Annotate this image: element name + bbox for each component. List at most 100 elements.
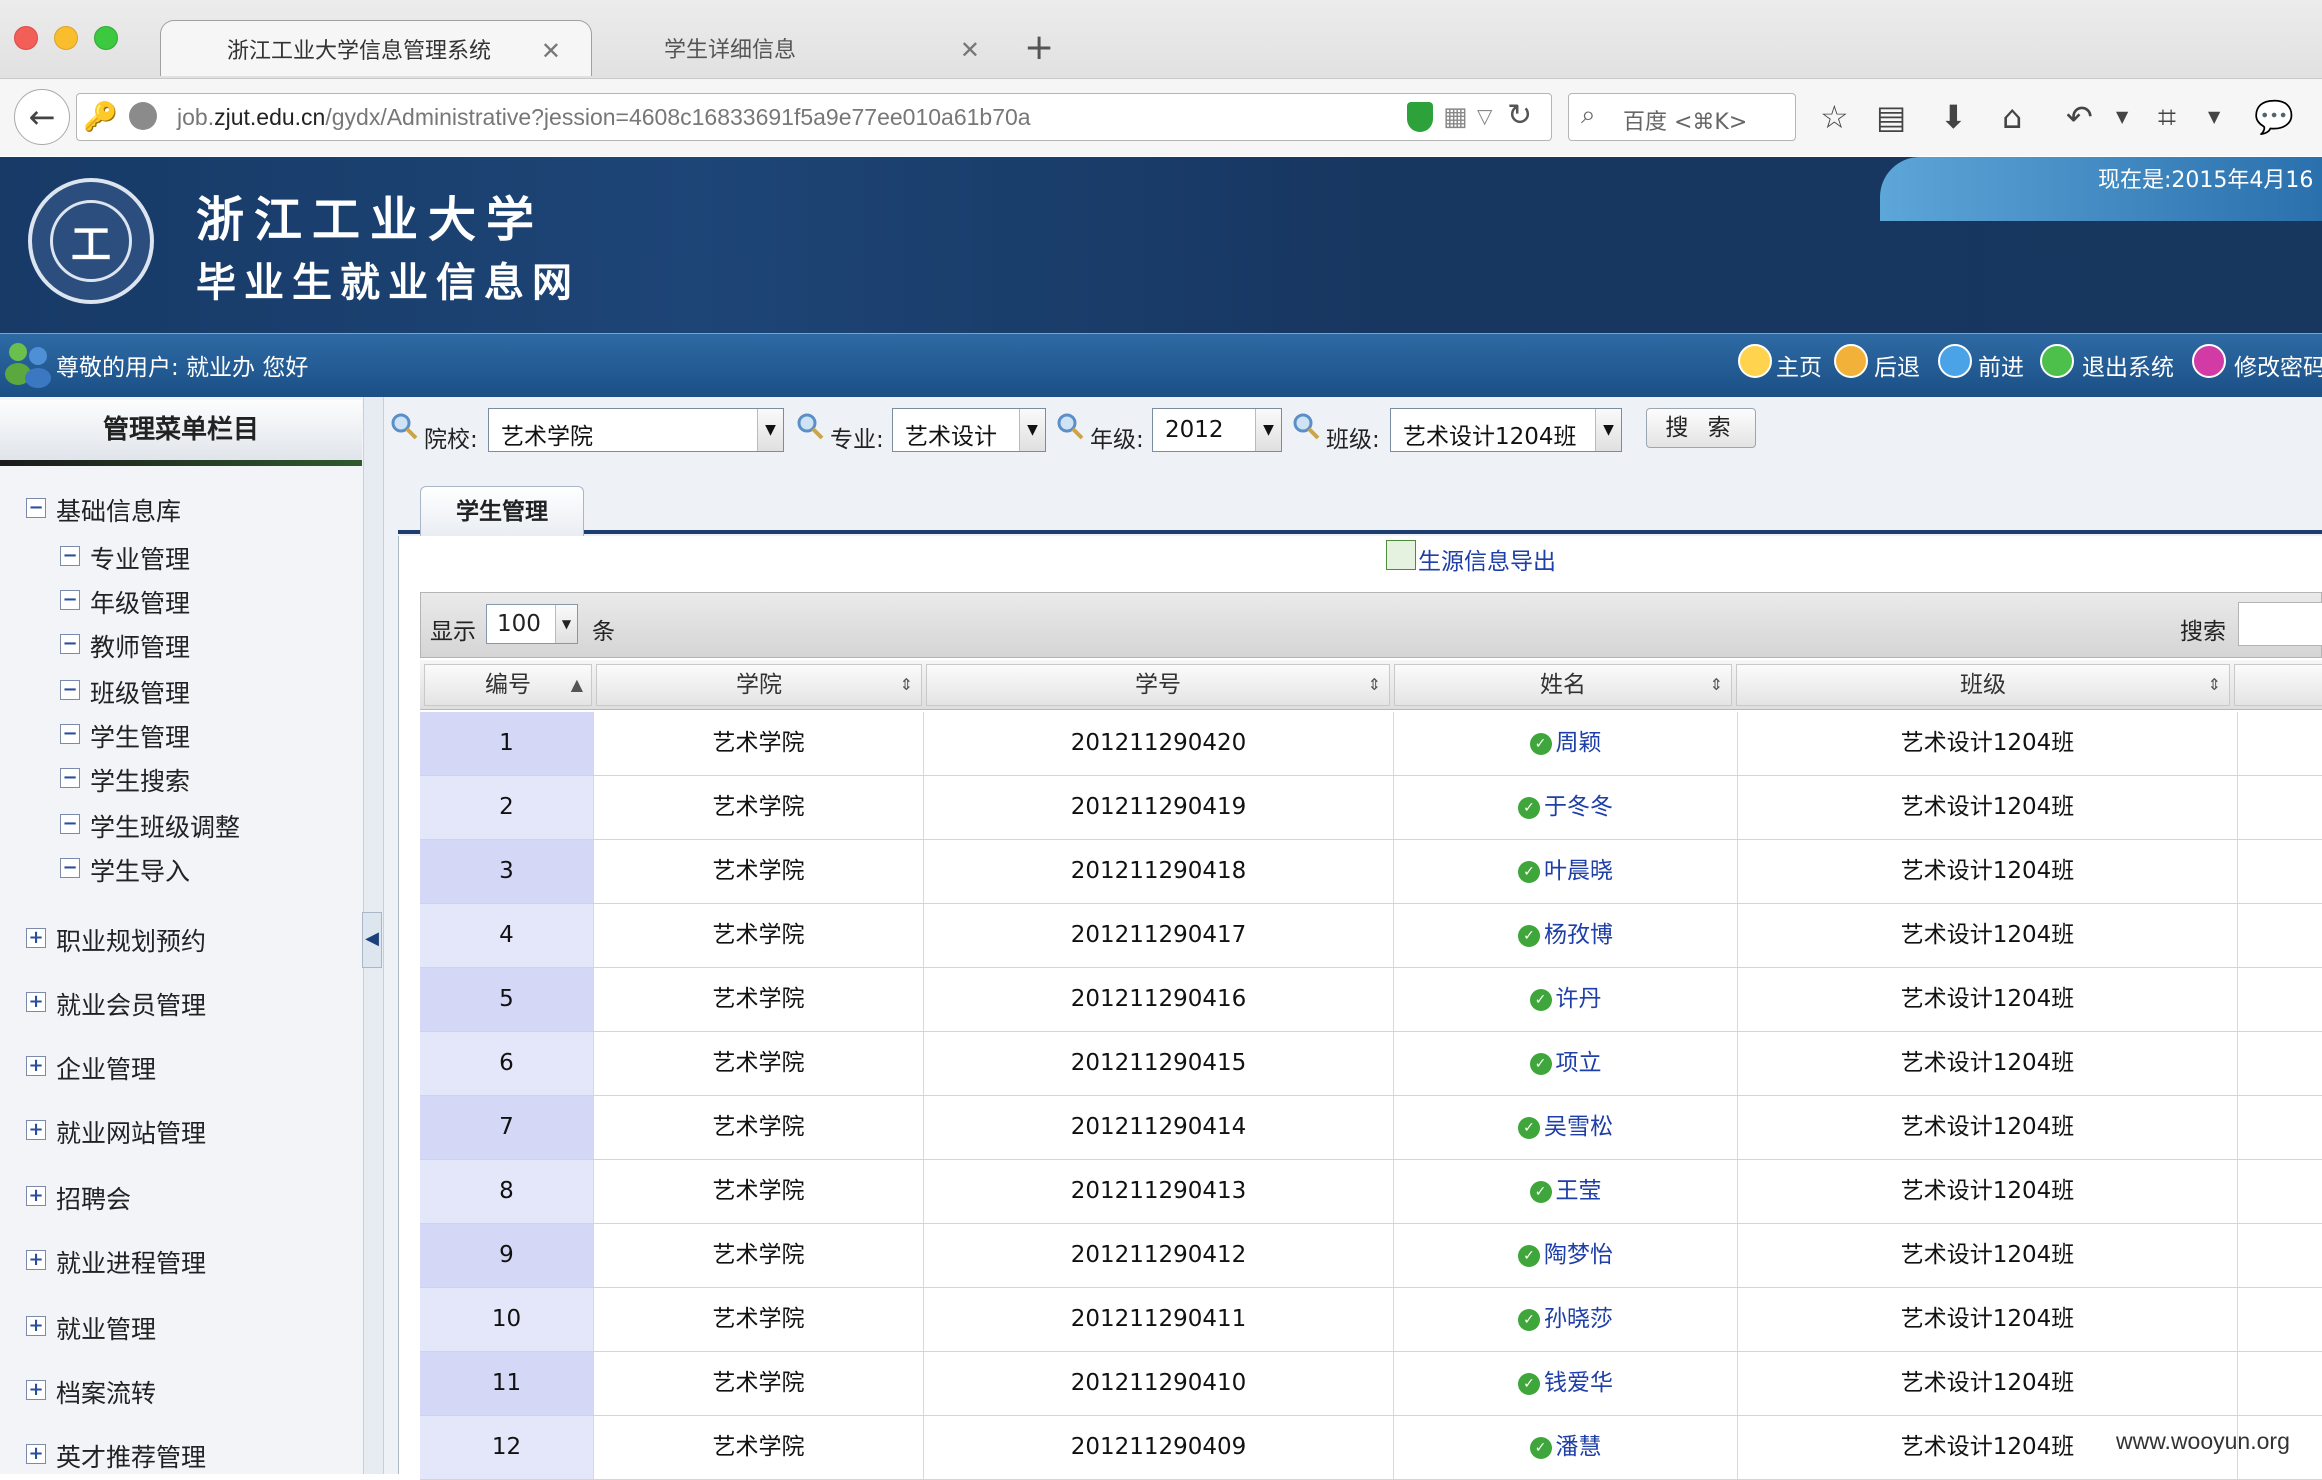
table-row[interactable]: 3 艺术学院 201211290418 ✓ 叶晨晓 艺术设计1204班 <box>420 840 2322 904</box>
nav-home[interactable]: 主页 <box>1776 348 1822 382</box>
student-name-link[interactable]: 叶晨晓 <box>1544 858 1613 884</box>
crop-icon[interactable]: ⌗ <box>2158 97 2176 137</box>
sidebar-group-progress[interactable]: 就业进程管理 <box>56 1244 206 1280</box>
table-row[interactable]: 9 艺术学院 201211290412 ✓ 陶梦怡 艺术设计1204班 <box>420 1224 2322 1288</box>
bookmark-star-icon[interactable]: ☆ <box>1820 97 1849 137</box>
table-row[interactable]: 11 艺术学院 201211290410 ✓ 钱爱华 艺术设计1204班 <box>420 1352 2322 1416</box>
nav-back[interactable]: 后退 <box>1874 348 1920 382</box>
sidebar-group-employment[interactable]: 就业管理 <box>56 1310 156 1346</box>
expand-icon[interactable]: + <box>26 1120 46 1140</box>
student-name-link[interactable]: 王莹 <box>1556 1178 1602 1204</box>
expand-icon[interactable]: + <box>26 1444 46 1464</box>
sidebar-group-members[interactable]: 就业会员管理 <box>56 986 206 1022</box>
major-select[interactable]: 艺术设计 ▼ <box>892 408 1046 452</box>
close-tab-icon[interactable]: ✕ <box>960 36 980 64</box>
table-row[interactable]: 2 艺术学院 201211290419 ✓ 于冬冬 艺术设计1204班 <box>420 776 2322 840</box>
sidebar-group-company[interactable]: 企业管理 <box>56 1050 156 1086</box>
shield-icon[interactable] <box>1407 102 1433 132</box>
column-header-class[interactable]: 班级 ⇕ <box>1736 664 2230 706</box>
table-row[interactable]: 12 艺术学院 201211290409 ✓ 潘慧 艺术设计1204班 <box>420 1416 2322 1480</box>
sidebar-group-basic-info[interactable]: 基础信息库 <box>56 492 181 528</box>
student-name-link[interactable]: 许丹 <box>1556 986 1602 1012</box>
student-name-link[interactable]: 孙晓莎 <box>1544 1306 1613 1332</box>
student-name-link[interactable]: 潘慧 <box>1556 1434 1602 1460</box>
sidebar-item-import[interactable]: 学生导入 <box>90 852 190 888</box>
class-select[interactable]: 艺术设计1204班 ▼ <box>1390 408 1622 452</box>
home-icon[interactable] <box>1738 344 1772 378</box>
table-row[interactable]: 10 艺术学院 201211290411 ✓ 孙晓莎 艺术设计1204班 <box>420 1288 2322 1352</box>
expand-icon[interactable]: + <box>26 1250 46 1270</box>
close-tab-icon[interactable]: ✕ <box>541 37 561 65</box>
sidebar-item-class[interactable]: 班级管理 <box>90 674 190 710</box>
student-name-link[interactable]: 项立 <box>1556 1050 1602 1076</box>
student-name-link[interactable]: 于冬冬 <box>1544 794 1613 820</box>
browser-tab[interactable]: 学生详细信息 ✕ <box>600 20 1010 76</box>
logout-icon[interactable] <box>2040 344 2074 378</box>
expand-icon[interactable]: + <box>26 1316 46 1336</box>
back-button[interactable]: ← <box>14 89 70 145</box>
table-row[interactable]: 1 艺术学院 201211290420 ✓ 周颖 艺术设计1204班 <box>420 712 2322 776</box>
expand-icon[interactable]: + <box>26 928 46 948</box>
sidebar-item-major[interactable]: 专业管理 <box>90 540 190 576</box>
search-button[interactable]: 搜 索 <box>1646 408 1756 448</box>
sidebar-item-teacher[interactable]: 教师管理 <box>90 628 190 664</box>
chat-icon[interactable]: 💬 <box>2254 97 2294 137</box>
address-bar[interactable]: 🔑 job.zjut.edu.cn/gydx/Administrative?je… <box>76 93 1552 141</box>
sidebar-item-student-search[interactable]: 学生搜索 <box>90 762 190 798</box>
nav-change-password[interactable]: 修改密码 <box>2234 348 2322 382</box>
chevron-down-icon[interactable]: ▼ <box>2208 97 2220 137</box>
undo-icon[interactable]: ↶ <box>2066 97 2093 137</box>
sidebar-item-class-adjust[interactable]: 学生班级调整 <box>90 808 240 844</box>
column-header-more[interactable] <box>2234 664 2322 706</box>
chevron-down-icon[interactable]: ▼ <box>2116 97 2128 137</box>
minimize-window-icon[interactable] <box>54 26 78 50</box>
download-icon[interactable]: ⬇ <box>1940 97 1967 137</box>
lock-icon[interactable] <box>2192 344 2226 378</box>
column-header-student-id[interactable]: 学号 ⇕ <box>926 664 1390 706</box>
reading-list-icon[interactable]: ▤ <box>1876 97 1906 137</box>
student-name-link[interactable]: 杨孜博 <box>1544 922 1613 948</box>
qr-code-icon[interactable]: ▦ <box>1443 102 1468 132</box>
expand-icon[interactable]: + <box>26 1056 46 1076</box>
table-row[interactable]: 8 艺术学院 201211290413 ✓ 王莹 艺术设计1204班 <box>420 1160 2322 1224</box>
nav-logout[interactable]: 退出系统 <box>2082 348 2174 382</box>
student-name-link[interactable]: 吴雪松 <box>1544 1114 1613 1140</box>
table-row[interactable]: 4 艺术学院 201211290417 ✓ 杨孜博 艺术设计1204班 <box>420 904 2322 968</box>
column-header-college[interactable]: 学院 ⇕ <box>596 664 922 706</box>
sidebar-group-jobfair[interactable]: 招聘会 <box>56 1180 131 1216</box>
sidebar-group-talent[interactable]: 英才推荐管理 <box>56 1438 206 1474</box>
expand-icon[interactable]: + <box>26 1380 46 1400</box>
page-size-select[interactable]: 100 ▼ <box>486 604 578 644</box>
export-link[interactable]: 生源信息导出 <box>1386 542 1556 576</box>
grade-select[interactable]: 2012 ▼ <box>1152 408 1282 452</box>
maximize-window-icon[interactable] <box>94 26 118 50</box>
arrow-left-icon[interactable] <box>1834 344 1868 378</box>
college-select[interactable]: 艺术学院 ▼ <box>488 408 784 452</box>
arrow-right-icon[interactable] <box>1938 344 1972 378</box>
home-icon[interactable]: ⌂ <box>2002 97 2022 137</box>
tab-student-management[interactable]: 学生管理 <box>420 486 584 536</box>
reload-icon[interactable]: ↻ <box>1507 98 1532 133</box>
new-tab-button[interactable]: + <box>1024 28 1054 68</box>
student-name-link[interactable]: 周颖 <box>1556 730 1602 756</box>
table-row[interactable]: 7 艺术学院 201211290414 ✓ 吴雪松 艺术设计1204班 <box>420 1096 2322 1160</box>
table-row[interactable]: 5 艺术学院 201211290416 ✓ 许丹 艺术设计1204班 <box>420 968 2322 1032</box>
column-header-name[interactable]: 姓名 ⇕ <box>1394 664 1732 706</box>
expand-icon[interactable]: + <box>26 992 46 1012</box>
column-header-number[interactable]: 编号 ▲ <box>424 664 592 706</box>
sidebar-item-student[interactable]: 学生管理 <box>90 718 190 754</box>
close-window-icon[interactable] <box>14 26 38 50</box>
collapse-icon[interactable]: − <box>26 498 46 518</box>
expand-icon[interactable]: + <box>26 1186 46 1206</box>
student-name-link[interactable]: 钱爱华 <box>1544 1370 1613 1396</box>
dropdown-icon[interactable]: ▽ <box>1477 104 1492 128</box>
search-input[interactable]: ⌕ 百度 <⌘K> <box>1568 93 1796 141</box>
sidebar-group-website[interactable]: 就业网站管理 <box>56 1114 206 1150</box>
collapse-sidebar-button[interactable]: ◀ <box>362 912 382 968</box>
sidebar-group-archive[interactable]: 档案流转 <box>56 1374 156 1410</box>
sidebar-item-grade[interactable]: 年级管理 <box>90 584 190 620</box>
nav-forward[interactable]: 前进 <box>1978 348 2024 382</box>
sidebar-group-career[interactable]: 职业规划预约 <box>56 922 206 958</box>
table-row[interactable]: 6 艺术学院 201211290415 ✓ 项立 艺术设计1204班 <box>420 1032 2322 1096</box>
table-search-input[interactable] <box>2238 602 2322 646</box>
